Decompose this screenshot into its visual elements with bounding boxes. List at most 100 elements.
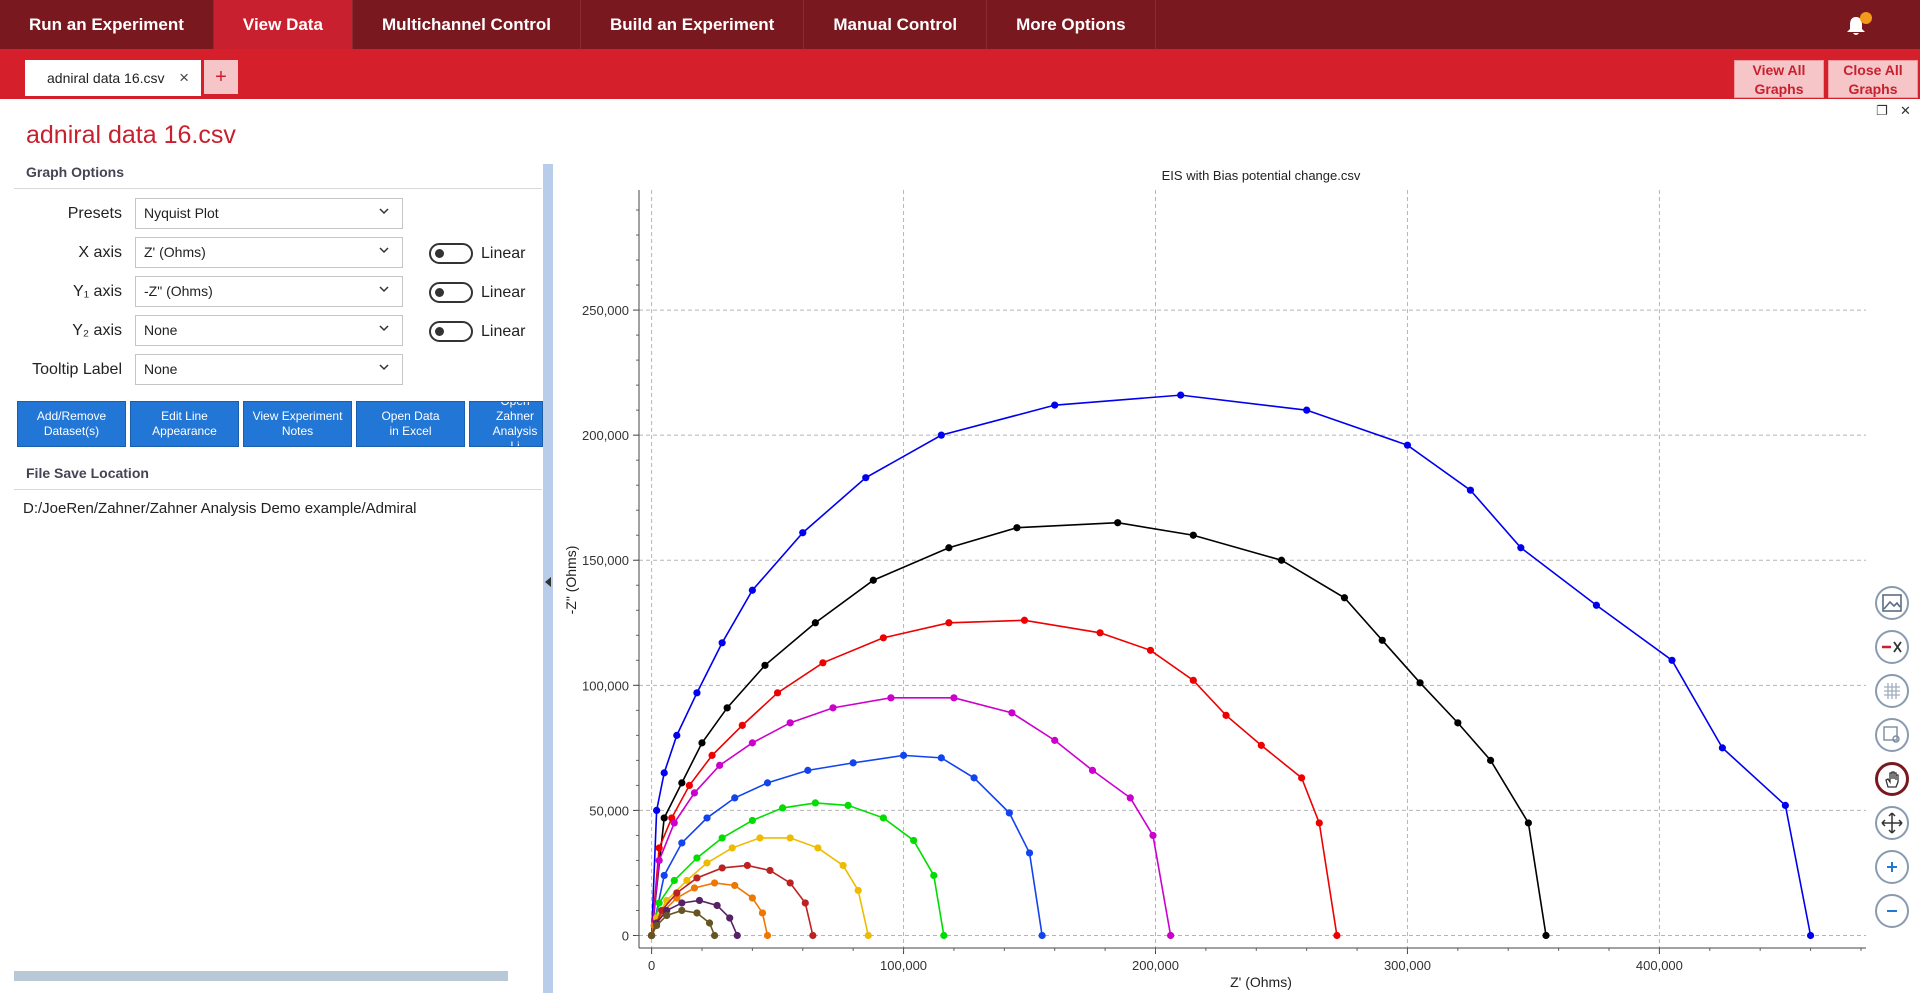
series-1 — [647, 519, 1550, 940]
data-point — [937, 431, 945, 439]
edit-line-appearance-button[interactable]: Edit Line Appearance — [130, 401, 239, 447]
chevron-down-icon — [379, 364, 389, 371]
data-point — [723, 704, 731, 712]
data-point — [678, 899, 686, 907]
x-axis-title: Z' (Ohms) — [1230, 974, 1292, 990]
data-point — [1088, 766, 1097, 774]
y1-axis-scale-toggle[interactable] — [429, 282, 473, 303]
y2-axis-scale-label: Linear — [481, 323, 526, 340]
series-line — [650, 521, 1547, 936]
data-point — [731, 794, 739, 802]
data-point — [1013, 524, 1021, 532]
data-point — [703, 814, 711, 822]
data-point — [1466, 486, 1475, 494]
x-axis-select[interactable]: Z' (Ohms) — [135, 237, 403, 268]
data-point — [690, 789, 699, 797]
y-tick-label: 100,000 — [582, 678, 629, 693]
close-window-icon[interactable]: ✕ — [1900, 103, 1911, 119]
image-icon[interactable] — [1875, 586, 1909, 620]
y-tick-label: 200,000 — [582, 428, 629, 443]
data-point — [703, 859, 711, 867]
chart-svg: EIS with Bias potential change.csv 0 100,… — [563, 168, 1866, 990]
data-point — [670, 876, 678, 885]
data-point — [1257, 741, 1265, 749]
data-point — [829, 704, 837, 712]
y2-axis-select[interactable]: None — [135, 315, 403, 346]
close-tab-icon[interactable]: × — [179, 68, 189, 88]
restore-window-icon[interactable]: ❐ — [1876, 103, 1888, 119]
data-point — [869, 576, 877, 584]
presets-select[interactable]: Nyquist Plot — [135, 198, 403, 229]
nav-more-options[interactable]: More Options — [987, 0, 1156, 49]
x-axis-scale-toggle[interactable] — [429, 243, 473, 264]
close-all-graphs-button[interactable]: Close All Graphs — [1828, 60, 1918, 98]
file-tab[interactable]: adniral data 16.csv × — [25, 60, 201, 96]
data-point — [716, 761, 724, 769]
move-arrows-icon[interactable] — [1875, 806, 1909, 840]
data-point — [713, 901, 721, 910]
grid-icon[interactable] — [1875, 674, 1909, 708]
open-in-excel-button[interactable]: Open Data in Excel — [356, 401, 465, 447]
data-point — [1340, 594, 1349, 602]
data-point — [1114, 519, 1122, 527]
y1-axis-select[interactable]: -Z" (Ohms) — [135, 276, 403, 307]
data-point — [786, 879, 794, 887]
nav-manual-control[interactable]: Manual Control — [804, 0, 988, 49]
nav-build-experiment[interactable]: Build an Experiment — [581, 0, 805, 49]
data-point — [718, 834, 726, 842]
remove-x-icon[interactable] — [1875, 630, 1909, 664]
nav-view-data[interactable]: View Data — [213, 0, 353, 49]
data-point — [1403, 441, 1412, 449]
data-point — [653, 806, 661, 815]
data-point — [685, 781, 693, 789]
data-point — [748, 894, 756, 902]
y-tick-label: 150,000 — [582, 553, 629, 568]
data-point — [1177, 391, 1185, 399]
data-point — [887, 694, 895, 702]
chevron-down-icon — [379, 208, 389, 215]
add-tab-button[interactable]: + — [204, 60, 238, 94]
view-all-graphs-button[interactable]: View All Graphs — [1734, 60, 1824, 98]
data-point — [678, 779, 686, 787]
data-point — [809, 931, 817, 940]
x-tick-label: 200,000 — [1132, 958, 1179, 973]
x-axis-value: Z' (Ohms) — [144, 244, 206, 260]
add-remove-dataset-button[interactable]: Add/Remove Dataset(s) — [17, 401, 126, 447]
data-point — [1542, 931, 1550, 940]
data-point — [708, 751, 716, 759]
data-point — [1592, 601, 1601, 609]
data-point — [864, 931, 872, 940]
data-point — [1378, 636, 1386, 644]
series-line — [650, 697, 1172, 936]
collapse-arrow-icon[interactable] — [545, 577, 551, 587]
data-point — [766, 866, 774, 875]
horizontal-scrollbar[interactable] — [14, 971, 508, 981]
zoom-out-icon[interactable] — [1875, 894, 1909, 928]
y2-axis-scale-toggle[interactable] — [429, 321, 473, 342]
nyquist-chart[interactable]: EIS with Bias potential change.csv 0 100,… — [553, 160, 1873, 993]
view-experiment-notes-button[interactable]: View Experiment Notes — [243, 401, 352, 447]
zoom-in-icon[interactable] — [1875, 850, 1909, 884]
file-save-path: D:/JoeRen/Zahner/Zahner Analysis Demo ex… — [23, 500, 417, 517]
open-zahner-analysis-button[interactable]: Open Zahner Analysis Li — [469, 401, 543, 447]
data-point — [1454, 719, 1462, 727]
tooltip-select[interactable]: None — [135, 354, 403, 385]
nav-run-experiment[interactable]: Run an Experiment — [0, 0, 214, 49]
data-point — [660, 814, 668, 822]
zoom-box-icon[interactable] — [1875, 718, 1909, 752]
pan-hand-icon[interactable] — [1875, 762, 1909, 796]
bell-icon[interactable] — [1846, 12, 1872, 37]
grid-lines — [639, 190, 1866, 948]
series-2 — [647, 616, 1341, 940]
data-point — [693, 854, 701, 862]
nav-multichannel-control[interactable]: Multichannel Control — [353, 0, 581, 49]
series-line — [650, 619, 1338, 936]
data-point — [1008, 709, 1016, 717]
presets-value: Nyquist Plot — [144, 205, 219, 221]
data-point — [710, 879, 719, 887]
x-tick-label: 300,000 — [1384, 958, 1431, 973]
data-point — [678, 839, 686, 847]
chevron-down-icon — [379, 247, 389, 254]
series-4 — [647, 751, 1046, 940]
series-3 — [647, 694, 1175, 940]
